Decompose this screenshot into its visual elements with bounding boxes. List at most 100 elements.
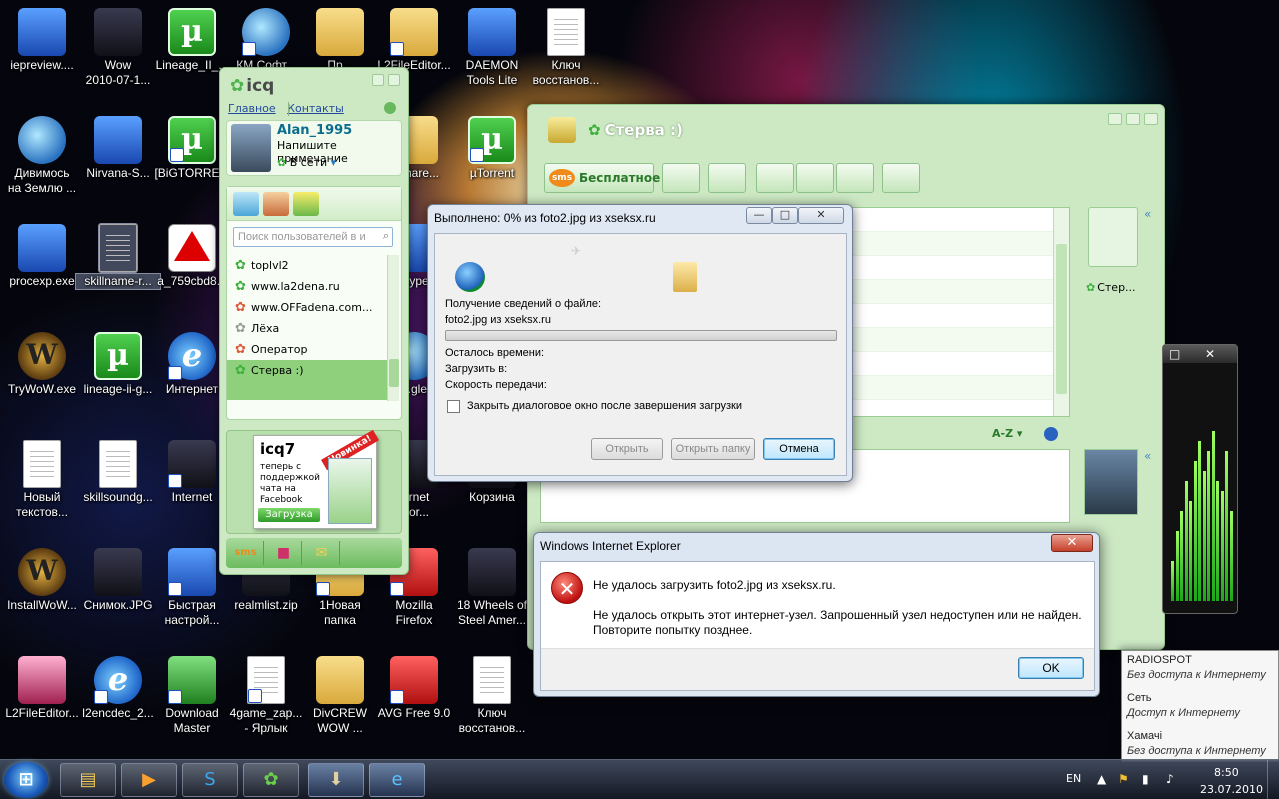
minimize-button[interactable]: — (746, 207, 772, 224)
history-scrollbar[interactable] (1053, 208, 1069, 416)
icq-profile-settings-icon[interactable] (384, 102, 396, 114)
cancel-button[interactable]: Отмена (763, 438, 835, 460)
contact-item[interactable]: ✿ Оператор (227, 339, 387, 360)
contact-item[interactable]: ✿ Лёха (227, 318, 387, 339)
my-avatar[interactable] (1084, 449, 1138, 515)
clock-date[interactable]: 23.07.2010 (1200, 783, 1263, 796)
close-on-complete-checkbox[interactable] (447, 400, 460, 413)
desktop-icon[interactable]: DivCREW WOW ... (298, 656, 382, 736)
close-button[interactable]: ✕ (1051, 534, 1093, 552)
show-hidden-icons-icon[interactable]: ▲ (1097, 772, 1106, 786)
desktop-icon[interactable]: КМ Софт... (224, 8, 308, 73)
avatar[interactable] (231, 124, 271, 172)
desktop-icon[interactable]: skillname-r... (75, 223, 161, 290)
contact-item[interactable]: ✿ toplvl2 (227, 255, 387, 276)
start-button[interactable]: ⊞ (4, 762, 48, 798)
desktop-icon[interactable]: L2FileEditor... (372, 8, 456, 73)
gift-icon[interactable]: ■ (266, 541, 302, 565)
mascot-icon[interactable] (263, 192, 289, 216)
scrollbar-thumb[interactable] (1056, 244, 1067, 394)
desktop-icon[interactable]: Пр... (298, 8, 382, 73)
desktop-icon[interactable]: procexp.exe (0, 224, 84, 289)
webcam-icon[interactable] (796, 163, 834, 193)
network-name[interactable]: RADIOSPOT (1127, 654, 1192, 666)
network-name[interactable]: Хамачі (1127, 730, 1162, 742)
icq-minimize-button[interactable] (372, 74, 384, 86)
desktop-icon[interactable]: 4game_zap... - Ярлык (224, 656, 308, 736)
desktop-icon[interactable]: W InstallWoW... (0, 548, 84, 613)
web-search-icon[interactable] (1044, 427, 1058, 441)
skype-icon[interactable]: S (182, 763, 238, 797)
contact-item[interactable]: ✿ www.OFFadena.com... (227, 297, 387, 318)
media-player-icon[interactable]: ▶ (121, 763, 177, 797)
desktop-icon[interactable]: DAEMON Tools Lite (450, 8, 534, 88)
search-input[interactable]: Поиск пользователей в и ⌕ (233, 227, 393, 247)
free-sms-button[interactable]: Бесплатное (544, 163, 660, 193)
desktop-icon[interactable]: Дивимось на Землю ... (0, 116, 84, 196)
maximize-button[interactable]: □ (772, 207, 798, 224)
tab-main[interactable]: Главное (228, 102, 276, 115)
desktop-icon[interactable]: AVG Free 9.0 (372, 656, 456, 721)
media-maximize-icon[interactable]: □ (1169, 345, 1180, 363)
collapse-icon[interactable]: « (1144, 207, 1151, 221)
spellcheck-icon[interactable]: A-Z ▾ (992, 427, 1022, 440)
desktop-icon[interactable]: Ключ восстанов... (450, 656, 534, 736)
icq-ad-banner[interactable]: icq7 теперь с поддержкой чата на Faceboo… (226, 429, 402, 534)
ok-button[interactable]: OK (1018, 657, 1084, 679)
desktop-icon[interactable]: 18 Wheels of Steel Amer... (450, 548, 534, 628)
desktop-icon[interactable]: iepreview.... (0, 8, 84, 73)
desktop-icon[interactable]: Ключ восстанов... (524, 8, 608, 88)
tab-contacts[interactable]: Контакты (287, 102, 344, 115)
desktop-icon[interactable]: µ µTorrent (450, 116, 534, 181)
open-folder-button[interactable]: Открыть папку (671, 438, 755, 460)
chat-minimize-button[interactable] (1108, 113, 1122, 125)
apps-icon[interactable] (293, 192, 319, 216)
close-button[interactable]: ✕ (798, 207, 844, 224)
desktop-icon[interactable]: µ Lineage_II_... (150, 8, 234, 73)
desktop-icon[interactable]: skillsoundg... (76, 440, 160, 505)
open-button[interactable]: Открыть (591, 438, 663, 460)
chat-maximize-button[interactable] (1126, 113, 1140, 125)
desktop-icon[interactable]: Новый текстов... (0, 440, 84, 520)
show-desktop-button[interactable] (1267, 760, 1279, 799)
desktop-icon[interactable]: Nirvana-S... (76, 116, 160, 181)
close-on-complete-label[interactable]: Закрыть диалоговое окно после завершения… (467, 400, 742, 412)
ad-download-button[interactable]: Загрузка (258, 508, 320, 522)
chat-close-button[interactable] (1144, 113, 1158, 125)
send-file-icon[interactable] (882, 163, 920, 193)
explorer-icon[interactable]: ▤ (60, 763, 116, 797)
mail-icon[interactable]: ✉ (304, 541, 340, 565)
desktop-icon[interactable]: Download Master (150, 656, 234, 736)
buddy-avatar[interactable] (1088, 207, 1138, 267)
search-icon[interactable]: ⌕ (383, 230, 389, 243)
games-icon[interactable] (233, 192, 259, 216)
desktop-icon[interactable]: L2FileEditor... (0, 656, 84, 721)
add-contact-icon[interactable] (708, 163, 746, 193)
fax-icon[interactable] (836, 163, 874, 193)
scrollbar-thumb[interactable] (389, 359, 399, 387)
desktop-icon[interactable]: µ lineage-ii-g... (76, 332, 160, 397)
status-selector[interactable]: ✿ В сети ▾ (277, 156, 336, 169)
phone-icon[interactable] (756, 163, 794, 193)
download-icon[interactable]: ⬇ (308, 763, 364, 797)
sms-icon[interactable]: sms (228, 541, 264, 565)
desktop-icon[interactable]: e l2encdec_2... (76, 656, 160, 721)
ie-icon[interactable]: e (369, 763, 425, 797)
icq-icon[interactable]: ✿ (243, 763, 299, 797)
network-name[interactable]: Сеть (1127, 692, 1151, 704)
desktop-icon[interactable]: Снимок.JPG (76, 548, 160, 613)
contact-item[interactable]: ✿ www.la2dena.ru (227, 276, 387, 297)
media-close-icon[interactable]: ✕ (1205, 345, 1215, 363)
icq-close-button[interactable] (388, 74, 400, 86)
volume-icon[interactable]: ♪ (1166, 772, 1174, 786)
desktop-icon[interactable]: W TryWoW.exe (0, 332, 84, 397)
network-icon[interactable]: ▮ (1142, 772, 1149, 786)
clock-time[interactable]: 8:50 (1214, 766, 1239, 779)
language-indicator[interactable]: EN (1066, 772, 1081, 785)
action-center-icon[interactable]: ⚑ (1118, 772, 1129, 786)
desktop-icon[interactable]: Wow 2010-07-1... (76, 8, 160, 88)
collapse-icon[interactable]: « (1144, 449, 1151, 463)
contact-item[interactable]: ✿ Стерва :) (227, 360, 387, 400)
contacts-scrollbar[interactable] (387, 255, 399, 401)
notes-icon[interactable] (662, 163, 700, 193)
